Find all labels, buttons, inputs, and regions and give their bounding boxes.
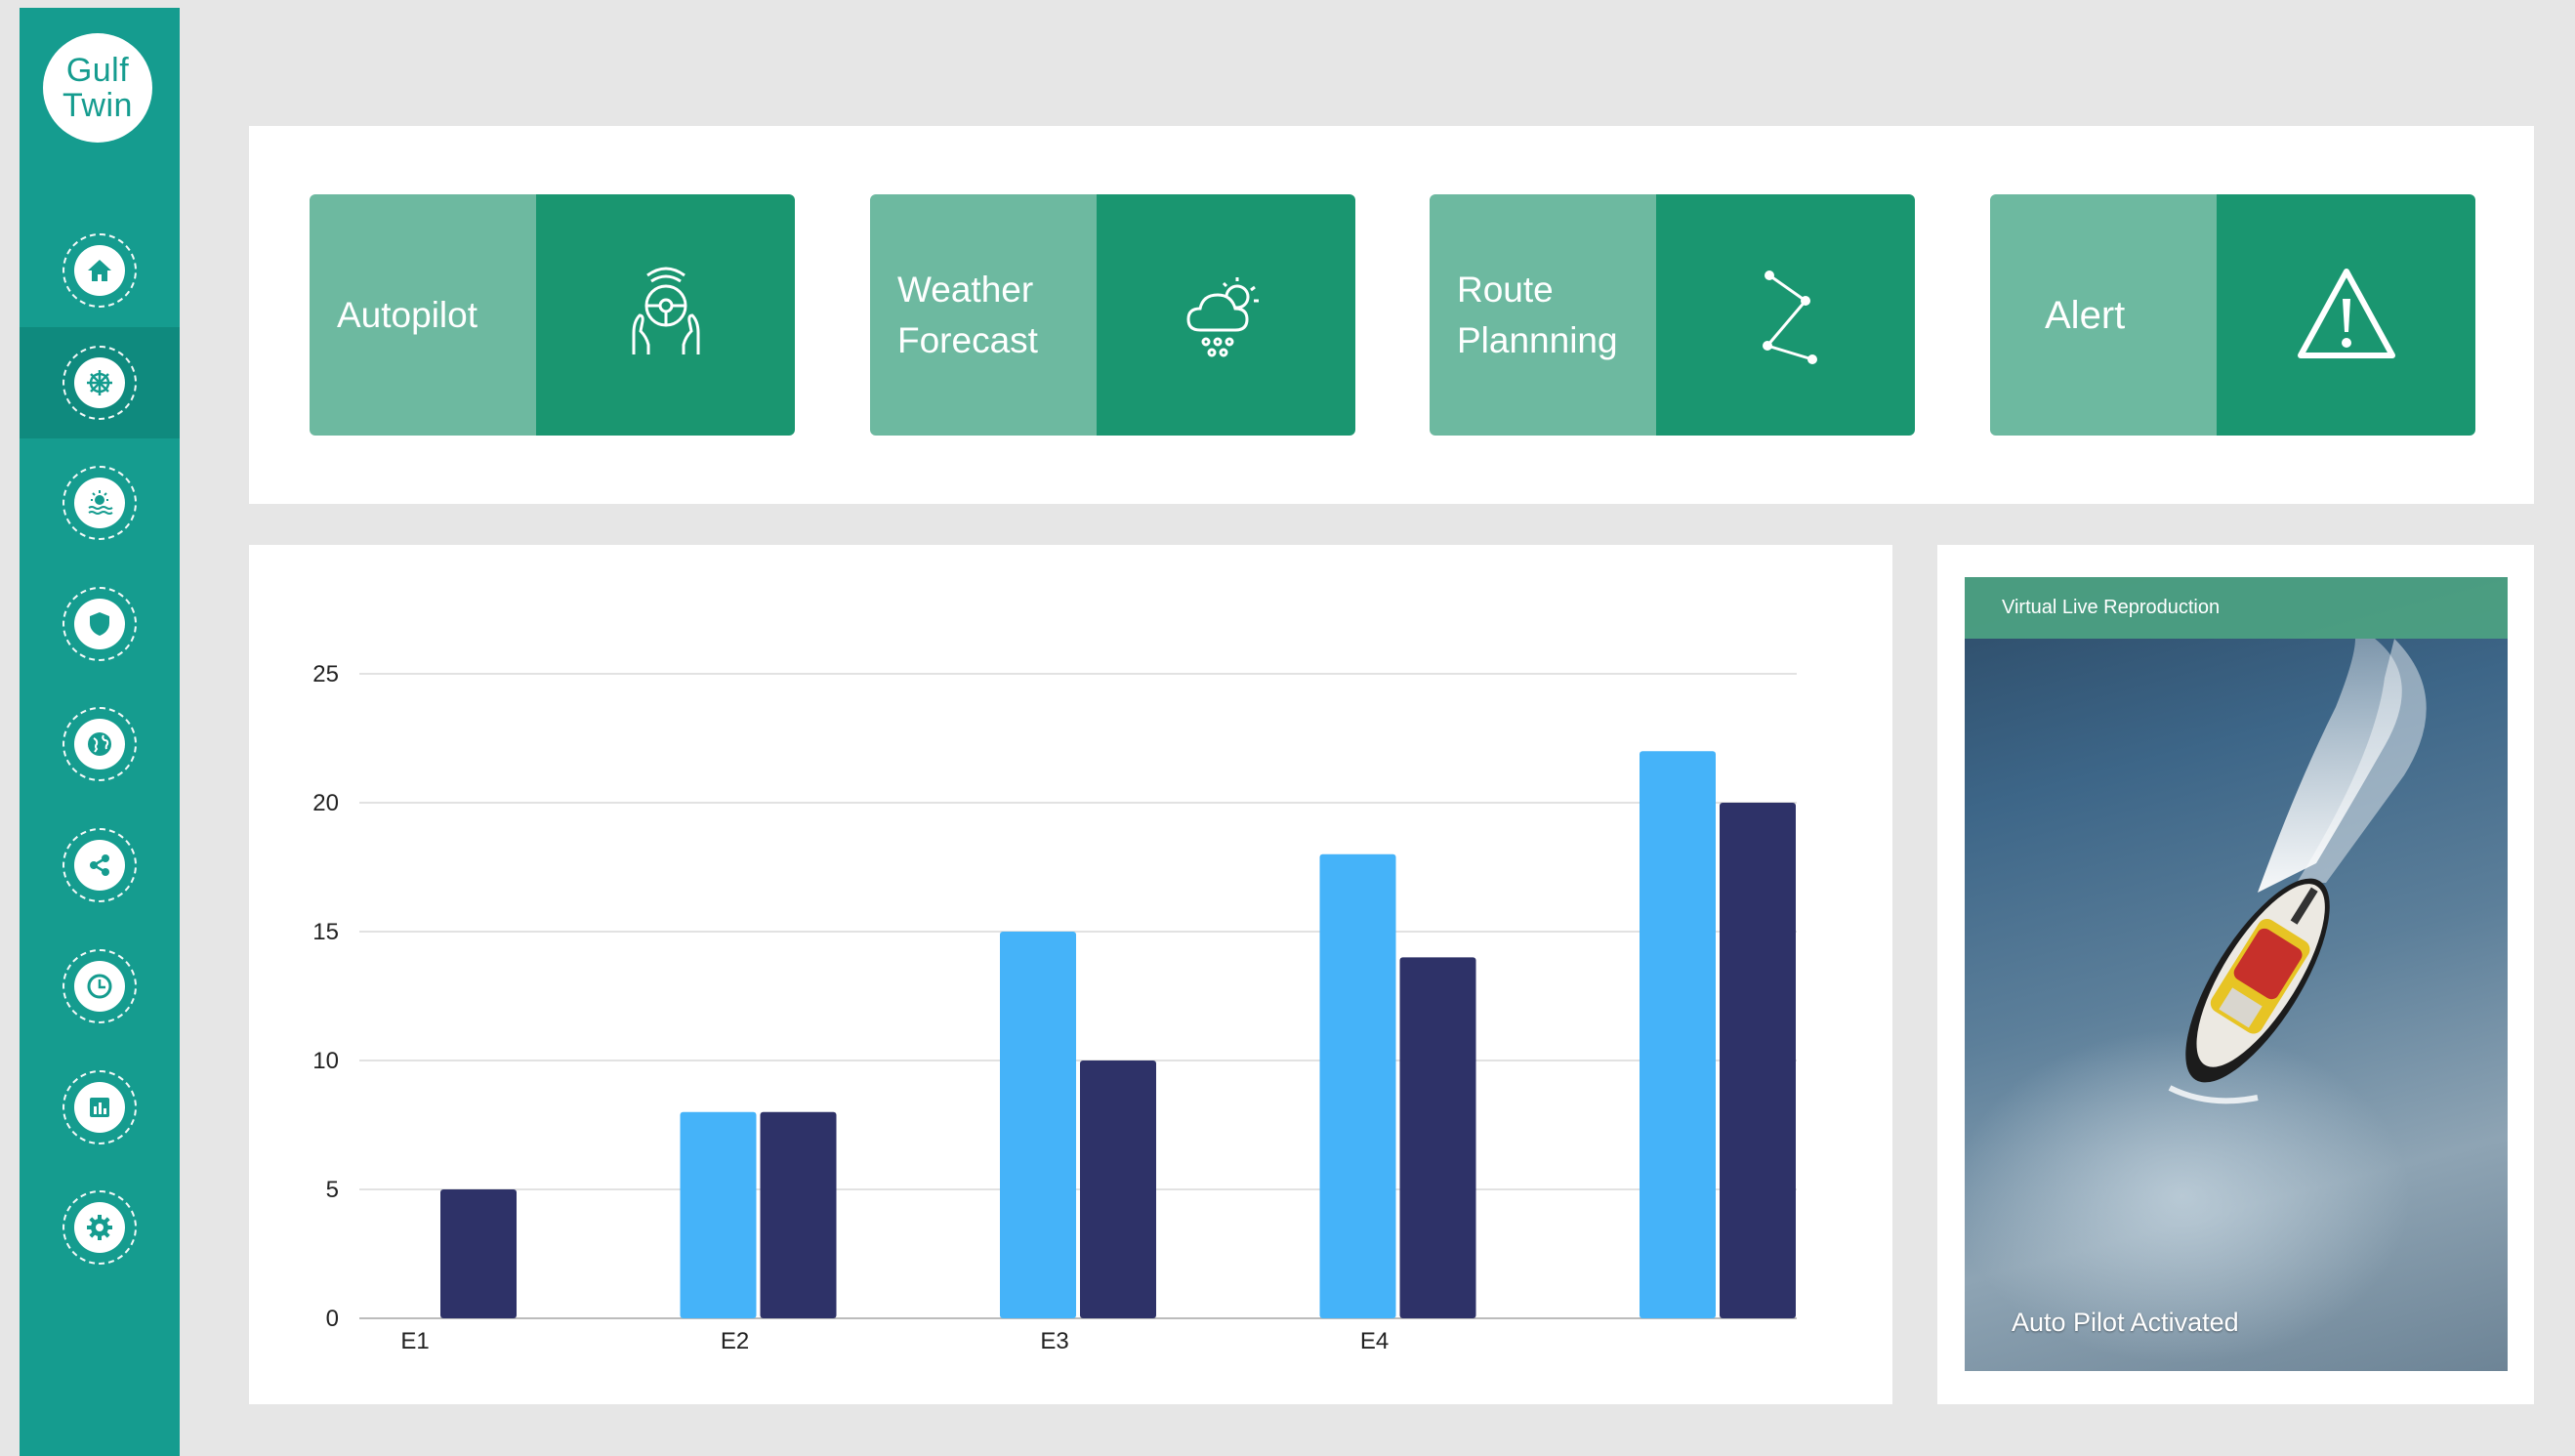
chart-panel: 0 5 10 15 20 25 E1 E2 E3 E4 bbox=[249, 545, 1892, 1404]
ship-wheel-icon bbox=[87, 370, 112, 395]
y-tick-label: 20 bbox=[312, 790, 339, 816]
nav-ring bbox=[62, 1070, 137, 1144]
cloud-rain-sun-icon bbox=[1185, 276, 1259, 356]
sidebar: Gulf Twin bbox=[20, 8, 180, 1456]
nav-icon-bg bbox=[74, 245, 125, 296]
bar-chart: 0 5 10 15 20 25 E1 E2 E3 E4 bbox=[312, 661, 1797, 1354]
sidebar-item-home[interactable] bbox=[20, 215, 180, 326]
gear-icon bbox=[87, 1215, 112, 1240]
y-tick-label: 15 bbox=[312, 919, 339, 945]
route-planning-label-line1: Route bbox=[1457, 269, 1554, 310]
route-planning-label: Route Plannning bbox=[1457, 265, 1618, 366]
x-tick-label: E4 bbox=[1360, 1328, 1389, 1354]
weather-forecast-label-line1: Weather bbox=[897, 269, 1034, 310]
weather-forecast-tile[interactable]: Weather Forecast bbox=[870, 194, 1355, 436]
route-planning-tile[interactable]: Route Plannning bbox=[1430, 194, 1915, 436]
bar-series-2-cat5[interactable] bbox=[1720, 803, 1796, 1318]
logo-line-1: Gulf bbox=[65, 52, 130, 89]
weather-forecast-label-line2: Forecast bbox=[897, 319, 1038, 360]
bar-series-1-E2[interactable] bbox=[680, 1111, 757, 1318]
route-planning-label-line2: Plannning bbox=[1457, 319, 1618, 360]
nav-icon-bg bbox=[74, 357, 125, 408]
tile-label-area: Autopilot bbox=[310, 194, 536, 436]
ship-image bbox=[2168, 639, 2427, 1104]
tile-icon-area bbox=[2217, 194, 2475, 436]
nav-ring bbox=[62, 466, 137, 540]
tile-icon-area bbox=[536, 194, 795, 436]
nav-icon-bg bbox=[74, 961, 125, 1012]
sidebar-item-history[interactable] bbox=[20, 931, 180, 1042]
nav-ring bbox=[62, 587, 137, 661]
autopilot-label: Autopilot bbox=[337, 294, 478, 335]
feature-tiles-panel: Autopilot Weather Forecast Route Plannni… bbox=[249, 126, 2534, 504]
nav-icon-bg bbox=[74, 840, 125, 891]
logo-line-2: Twin bbox=[62, 87, 133, 124]
y-tick-label: 5 bbox=[326, 1177, 339, 1203]
bar-series-1-cat5[interactable] bbox=[1640, 751, 1716, 1318]
autopilot-status-caption: Auto Pilot Activated bbox=[2012, 1308, 2239, 1337]
bar-series-1-E3[interactable] bbox=[1000, 932, 1076, 1318]
sun-over-water-icon bbox=[88, 490, 113, 515]
sidebar-item-analytics[interactable] bbox=[20, 1052, 180, 1163]
nav-icon-bg bbox=[74, 1082, 125, 1133]
app-logo[interactable]: Gulf Twin bbox=[43, 33, 152, 143]
share-icon bbox=[90, 854, 109, 876]
y-tick-label: 0 bbox=[326, 1306, 339, 1332]
alert-tile[interactable]: Alert bbox=[1990, 194, 2475, 436]
nav-ring bbox=[62, 707, 137, 781]
nav-ring bbox=[62, 949, 137, 1023]
y-tick-label: 10 bbox=[312, 1048, 339, 1074]
tile-label-area: Route Plannning bbox=[1430, 194, 1656, 436]
nav-ring bbox=[62, 233, 137, 308]
nav-icon-bg bbox=[74, 1202, 125, 1253]
route-path-icon bbox=[1762, 270, 1817, 364]
alert-label: Alert bbox=[2045, 293, 2126, 337]
nav-icon-bg bbox=[74, 599, 125, 649]
tile-label-area: Alert bbox=[1990, 194, 2217, 436]
clock-icon bbox=[87, 974, 112, 999]
sidebar-item-security[interactable] bbox=[20, 568, 180, 680]
bar-series-2-E4[interactable] bbox=[1399, 957, 1476, 1318]
hands-steering-wheel-icon bbox=[632, 267, 699, 354]
sidebar-item-share[interactable] bbox=[20, 810, 180, 921]
tile-icon-area bbox=[1656, 194, 1915, 436]
shield-icon bbox=[90, 612, 109, 636]
weather-forecast-label: Weather Forecast bbox=[897, 265, 1038, 366]
nav-ring bbox=[62, 828, 137, 902]
nav-ring bbox=[62, 346, 137, 420]
bar-series-2-E1[interactable] bbox=[440, 1189, 517, 1318]
bar-series-2-E2[interactable] bbox=[760, 1111, 837, 1318]
x-tick-label: E2 bbox=[721, 1328, 749, 1354]
nav-ring bbox=[62, 1190, 137, 1265]
bar-chart-icon bbox=[90, 1098, 109, 1117]
tile-label-area: Weather Forecast bbox=[870, 194, 1097, 436]
bar-series-1-E4[interactable] bbox=[1319, 853, 1396, 1318]
nav-icon-bg bbox=[74, 478, 125, 528]
video-title: Virtual Live Reproduction bbox=[1965, 577, 2508, 639]
sidebar-item-weather[interactable] bbox=[20, 447, 180, 559]
live-video-frame[interactable]: Virtual Live Reproduction Auto Pilot Act… bbox=[1965, 577, 2508, 1371]
nav-icon-bg bbox=[74, 719, 125, 770]
bar-series-2-E3[interactable] bbox=[1080, 1061, 1156, 1318]
video-panel: Virtual Live Reproduction Auto Pilot Act… bbox=[1937, 545, 2534, 1404]
sidebar-item-globe[interactable] bbox=[20, 688, 180, 800]
warning-triangle-icon bbox=[2297, 268, 2395, 358]
sidebar-item-settings[interactable] bbox=[20, 1172, 180, 1283]
y-tick-label: 25 bbox=[312, 661, 339, 687]
x-tick-label: E3 bbox=[1040, 1328, 1068, 1354]
sidebar-item-autopilot[interactable] bbox=[20, 327, 180, 438]
x-tick-label: E1 bbox=[400, 1328, 429, 1354]
home-icon bbox=[88, 260, 111, 281]
tile-icon-area bbox=[1097, 194, 1355, 436]
autopilot-tile[interactable]: Autopilot bbox=[310, 194, 795, 436]
globe-icon bbox=[88, 732, 111, 756]
